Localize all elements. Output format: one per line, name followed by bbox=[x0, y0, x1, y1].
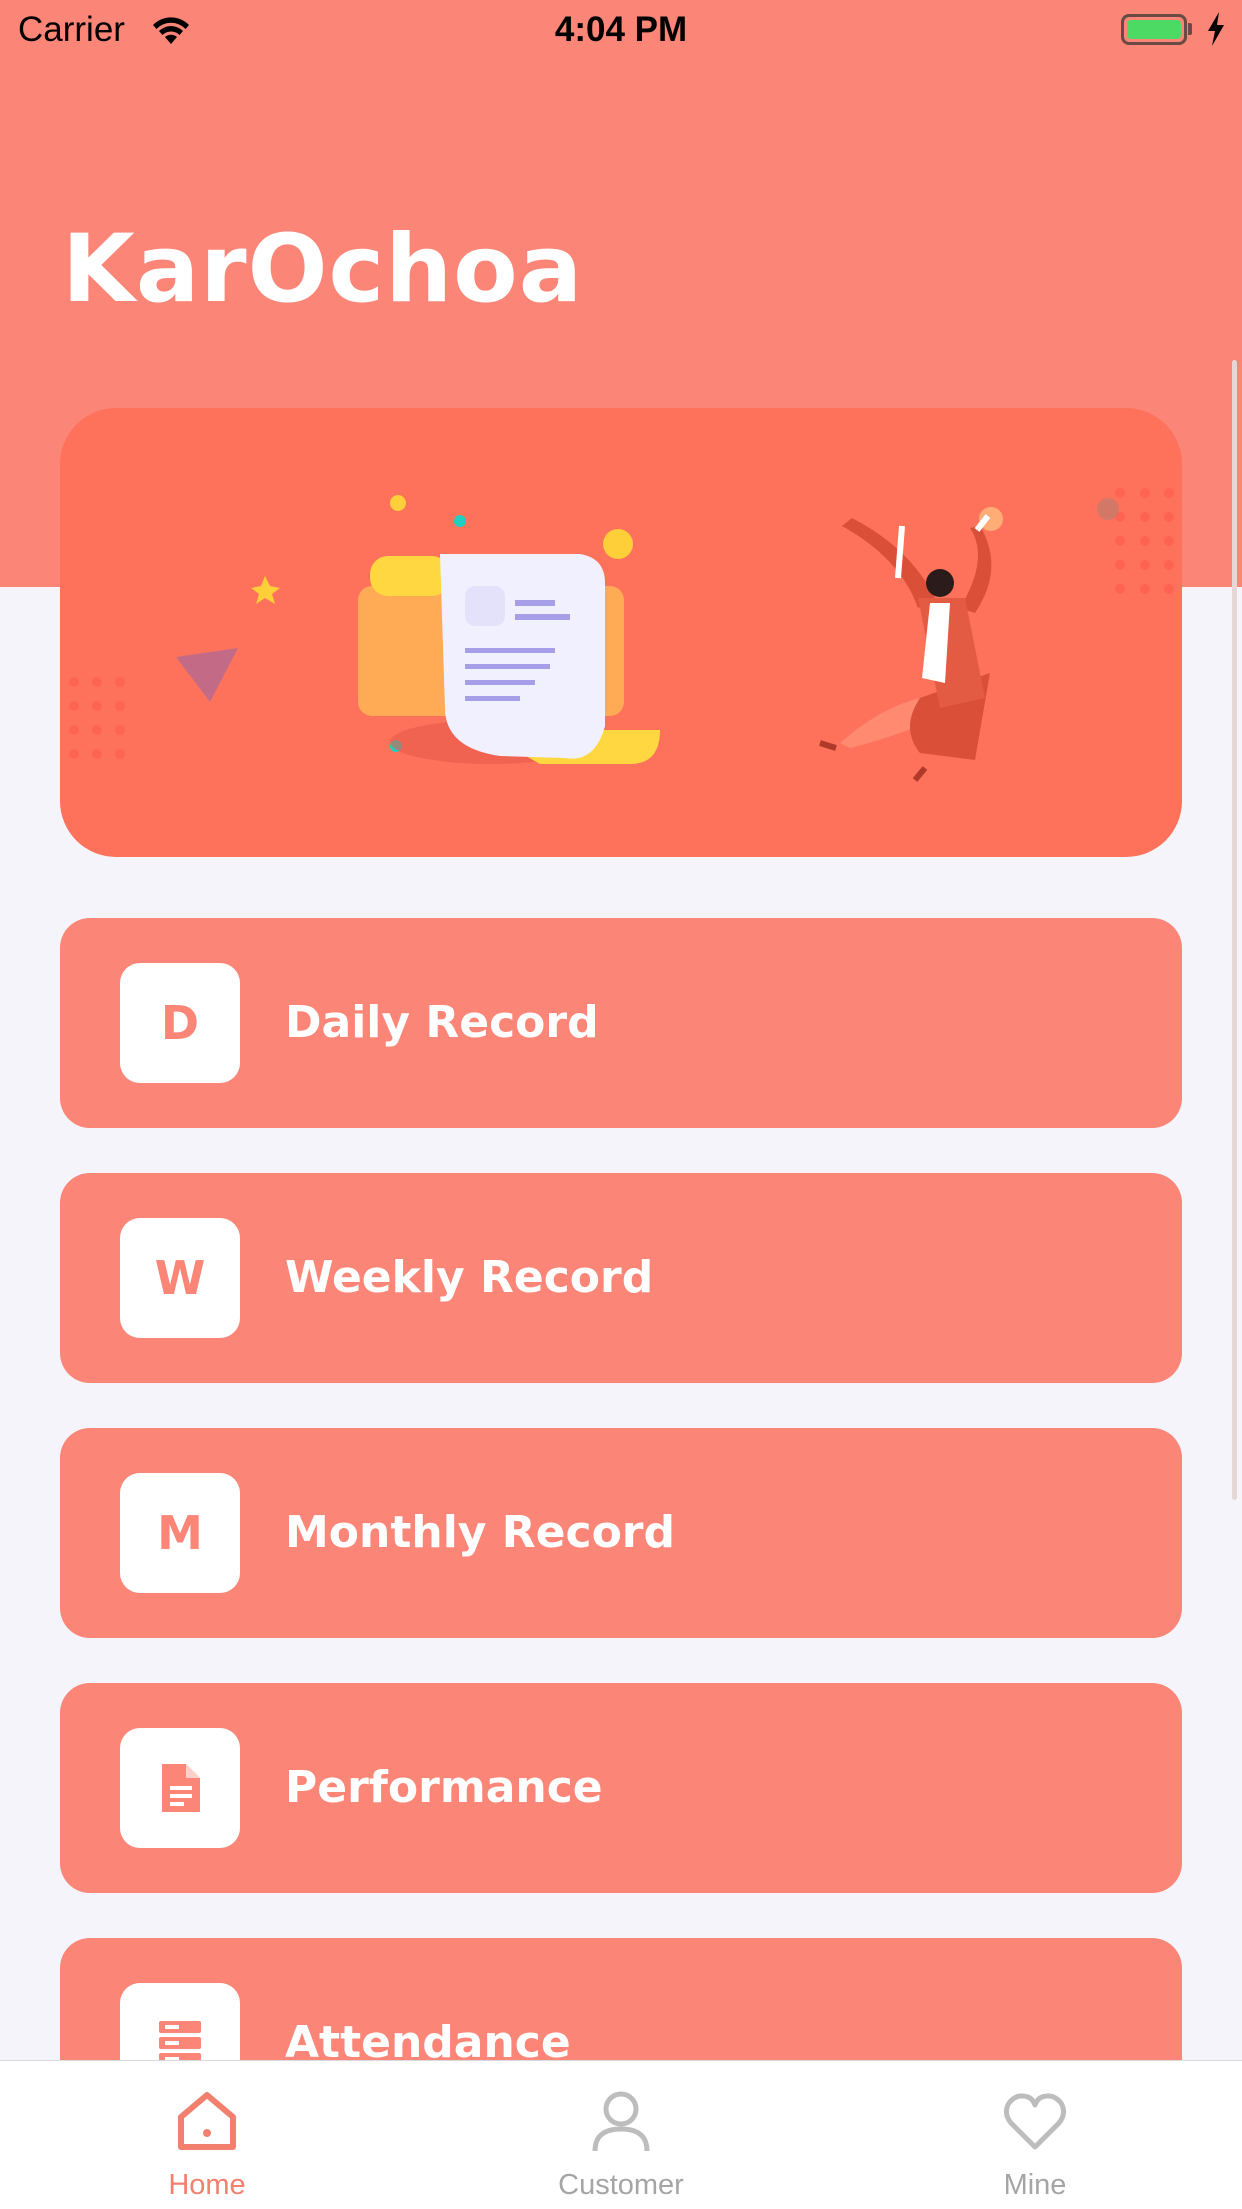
menu-item-weekly-record[interactable]: W Weekly Record bbox=[60, 1173, 1182, 1383]
person-icon bbox=[592, 2091, 650, 2152]
scroll-indicator[interactable] bbox=[1232, 360, 1237, 1500]
menu-item-label: Daily Record bbox=[285, 997, 599, 1048]
status-time: 4:04 PM bbox=[554, 10, 688, 49]
app-title: KarOchoa bbox=[62, 215, 584, 324]
tab-mine[interactable]: Mine bbox=[828, 2061, 1242, 2209]
menu-item-label: Weekly Record bbox=[285, 1252, 654, 1303]
banner-illustration bbox=[69, 488, 1174, 782]
hero-banner[interactable] bbox=[60, 408, 1182, 857]
menu-item-daily-record[interactable]: D Daily Record bbox=[60, 918, 1182, 1128]
dot-grid-right bbox=[1115, 488, 1174, 594]
tab-bar: Home Customer Mine bbox=[0, 2060, 1242, 2209]
menu-item-monthly-record[interactable]: M Monthly Record bbox=[60, 1428, 1182, 1638]
menu-item-performance[interactable]: Performance bbox=[60, 1683, 1182, 1893]
document-icon bbox=[120, 1728, 240, 1848]
tab-label: Home bbox=[168, 2169, 246, 2201]
letter-w-icon: W bbox=[120, 1218, 240, 1338]
menu-item-label: Monthly Record bbox=[285, 1507, 676, 1558]
tab-home[interactable]: Home bbox=[0, 2061, 414, 2209]
dot-grid-left bbox=[69, 677, 125, 759]
battery-nub bbox=[1188, 23, 1192, 35]
tab-label: Customer bbox=[558, 2169, 684, 2201]
menu-item-label: Performance bbox=[285, 1762, 603, 1813]
letter-m-icon: M bbox=[120, 1473, 240, 1593]
tab-customer[interactable]: Customer bbox=[414, 2061, 828, 2209]
tab-label: Mine bbox=[1003, 2169, 1067, 2201]
status-bar: Carrier 4:04 PM bbox=[0, 0, 1242, 62]
home-icon bbox=[178, 2092, 236, 2150]
charging-bolt-icon bbox=[1206, 12, 1226, 51]
battery-icon bbox=[1121, 14, 1187, 45]
heart-icon bbox=[1003, 2093, 1067, 2150]
letter-d-icon: D bbox=[120, 963, 240, 1083]
